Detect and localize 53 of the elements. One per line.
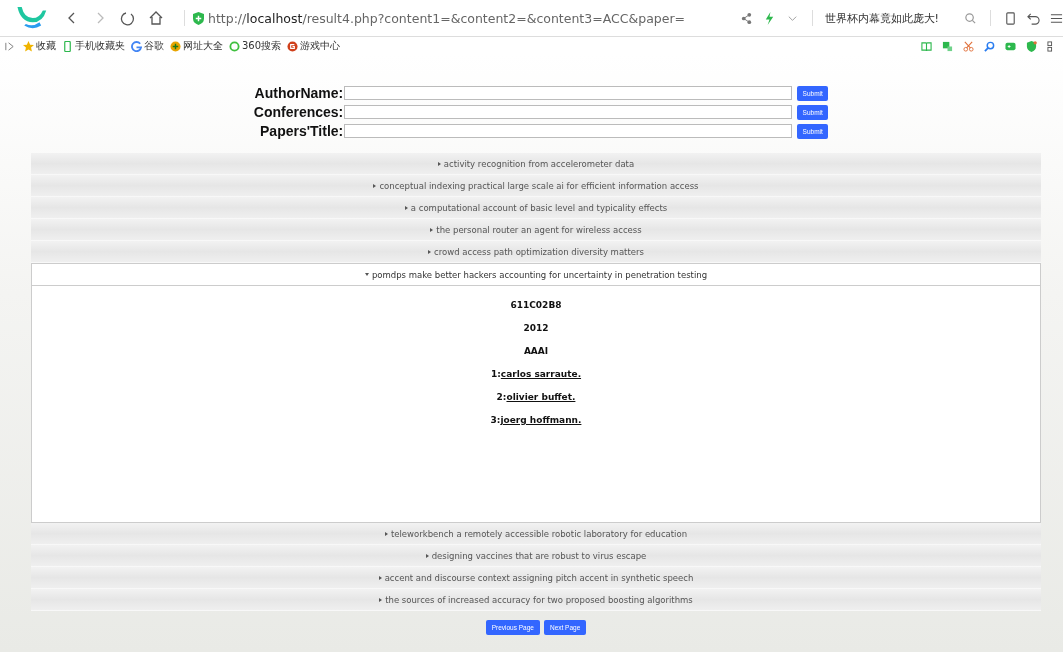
shield-icon — [193, 11, 204, 25]
paper-header[interactable]: designing vaccines that are robust to virus escape — [31, 545, 1041, 567]
bookmark-link[interactable]: 手机收藏夹 — [75, 39, 125, 53]
menu-icon[interactable] — [1050, 11, 1063, 25]
magnifier-icon[interactable] — [984, 40, 995, 52]
bookmark-link[interactable]: 谷歌 — [144, 39, 164, 53]
shield-yen-icon[interactable] — [1026, 40, 1037, 52]
input-field[interactable] — [344, 105, 793, 119]
paper-header[interactable]: a computational account of basic level and typicality effects — [31, 197, 1041, 219]
search-field[interactable]: 世界杯内幕竟如此庞大! — [824, 10, 939, 26]
game-icon — [287, 40, 299, 52]
author-link[interactable]: olivier buffet. — [506, 392, 576, 402]
paper-header[interactable]: pomdps make better hackers accounting for uncertainty in penetration testing — [31, 263, 1041, 286]
author-link[interactable]: joerg hoffmann. — [500, 415, 582, 425]
paper-header[interactable]: the sources of increased accuracy for two proposed boosting algorithms — [31, 589, 1041, 611]
bookmark-link[interactable]: 网址大全 — [183, 39, 223, 53]
gamepad-icon[interactable] — [1005, 40, 1016, 52]
google-icon — [131, 40, 142, 52]
tablet-icon[interactable] — [1004, 11, 1017, 25]
author-number: 1: — [490, 369, 501, 379]
field-label: AuthorName: — [253, 84, 345, 102]
detail-text: 2012 — [523, 323, 549, 335]
input-field[interactable] — [344, 124, 793, 138]
author-link[interactable]: carlos sarraute. — [500, 369, 582, 379]
paper-header[interactable]: the personal router an agent for wireless access — [31, 219, 1041, 241]
bookmark-link[interactable]: 360搜索 — [242, 39, 282, 53]
bookmark-link[interactable]: 游戏中心 — [300, 39, 341, 53]
search-icon[interactable] — [964, 11, 977, 25]
scissors-icon[interactable] — [963, 40, 974, 52]
paper-header[interactable]: accent and discourse context assigning pitch accent in synthetic speech — [31, 567, 1041, 589]
phone-icon — [62, 40, 73, 52]
star-icon — [23, 40, 34, 52]
paper-header[interactable]: activity recognition from accelerometer data — [31, 153, 1041, 175]
reload-icon[interactable] — [120, 10, 136, 26]
sidebar-toggle-icon[interactable] — [4, 40, 15, 52]
share-icon[interactable] — [739, 11, 753, 25]
author-number: 2: — [496, 392, 507, 402]
ring-icon — [229, 40, 240, 52]
detail-text: 611C02B8 — [510, 300, 562, 312]
paper-header[interactable]: crowd access path optimization diversity matters — [31, 241, 1041, 263]
field-label: Papers'Title: — [259, 122, 345, 140]
translate-icon[interactable] — [942, 40, 953, 52]
home-icon[interactable] — [148, 10, 164, 26]
detail-text: AAAI — [523, 346, 549, 358]
book-icon[interactable] — [921, 40, 932, 52]
paper-header[interactable]: conceptual indexing practical large scale ai for efficient information access — [31, 175, 1041, 197]
address-bar[interactable]: http://localhost/result4.php?content1=&content2=&content3=ACC&paper= — [208, 10, 735, 26]
paper-header[interactable]: teleworkbench a remotely accessible robotic laboratory for education — [31, 523, 1041, 545]
author-number: 3: — [490, 415, 501, 425]
field-label: Conferences: — [253, 103, 345, 121]
input-field[interactable] — [344, 86, 793, 100]
undo-icon[interactable] — [1027, 11, 1040, 25]
bookmark-link[interactable]: 收藏 — [36, 39, 56, 53]
